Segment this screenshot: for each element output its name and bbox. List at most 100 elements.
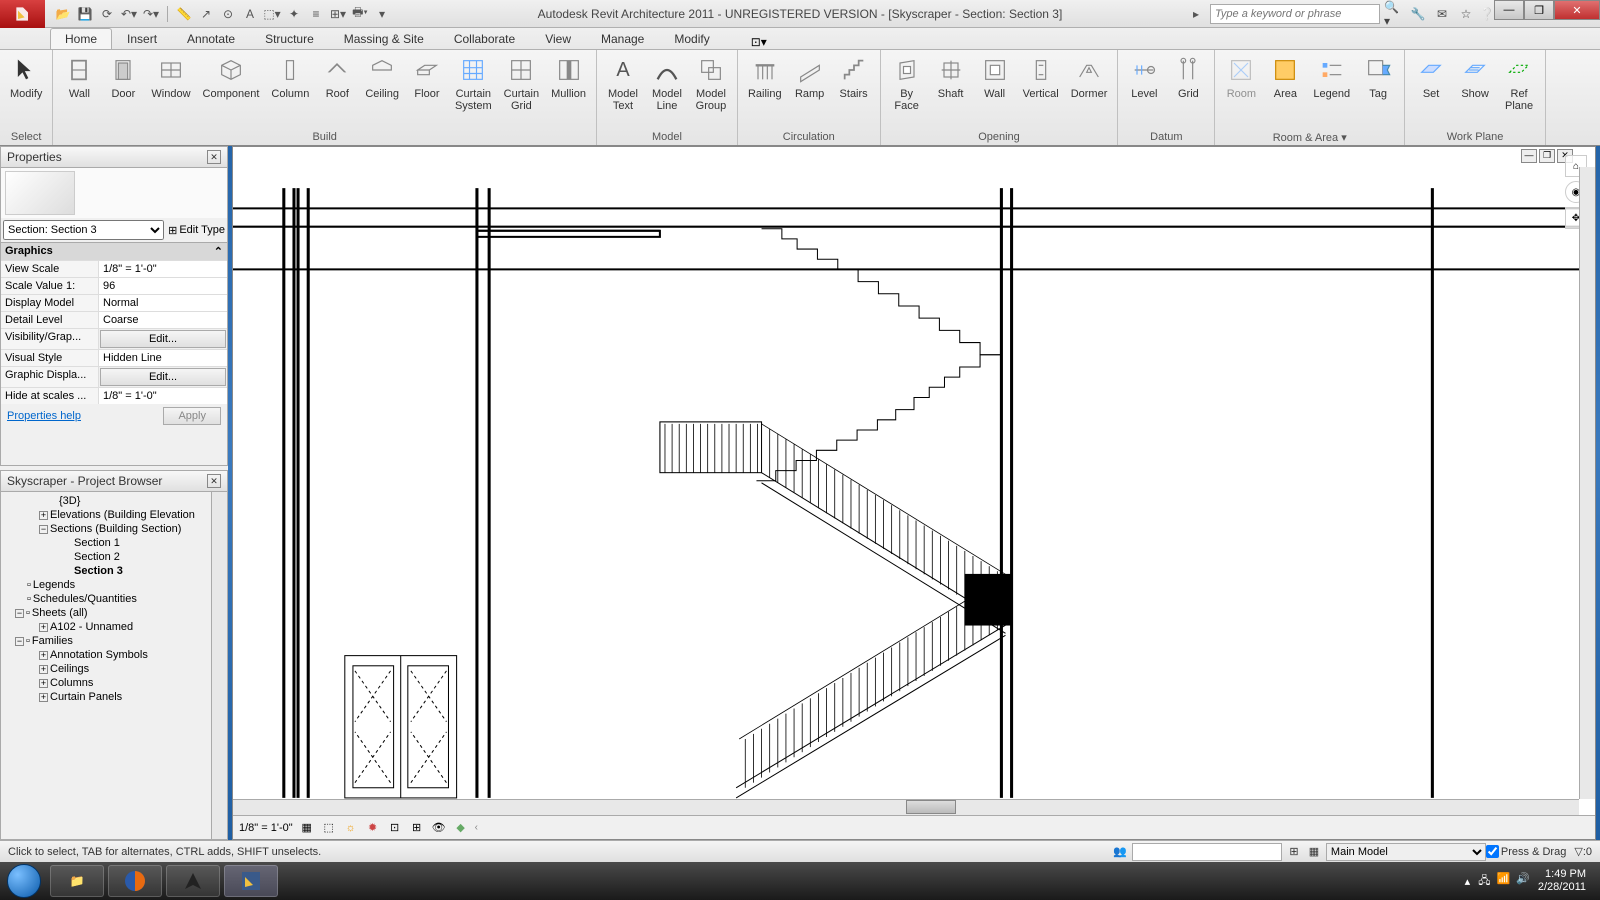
model-graphics-icon[interactable]: ⬚ xyxy=(321,820,337,836)
save-icon[interactable]: 💾 xyxy=(75,4,95,24)
expand-icon[interactable]: + xyxy=(39,679,48,688)
browser-close-icon[interactable]: ✕ xyxy=(207,474,221,488)
expand-icon[interactable]: − xyxy=(15,609,24,618)
property-row[interactable]: Scale Value 1:96 xyxy=(1,277,227,294)
detail-level-icon[interactable]: ▦ xyxy=(299,820,315,836)
tree-item[interactable]: Section 2 xyxy=(3,550,209,564)
search-btn-icon[interactable]: 🔍▾ xyxy=(1384,4,1404,24)
shaft-button[interactable]: Shaft xyxy=(929,52,973,102)
set-button[interactable]: Set xyxy=(1409,52,1453,102)
by-face-button[interactable]: By Face xyxy=(885,52,929,114)
tab-structure[interactable]: Structure xyxy=(250,28,329,49)
tree-item[interactable]: {3D} xyxy=(3,494,209,508)
redo-icon[interactable]: ↷▾ xyxy=(141,4,161,24)
property-row[interactable]: Hide at scales ...1/8" = 1'-0" xyxy=(1,387,227,404)
taskbar-clock[interactable]: 1:49 PM2/28/2011 xyxy=(1538,868,1594,894)
expand-icon[interactable]: − xyxy=(15,637,24,646)
thin-lines-icon[interactable]: ≡ xyxy=(306,4,326,24)
crop-icon[interactable]: ⊡ xyxy=(387,820,403,836)
tray-network-icon[interactable]: 🖧 xyxy=(1478,872,1490,891)
qat-dropdown-icon[interactable]: ▾ xyxy=(372,4,392,24)
undo-icon[interactable]: ↶▾ xyxy=(119,4,139,24)
tab-home[interactable]: Home xyxy=(50,28,112,49)
property-row[interactable]: View Scale1/8" = 1'-0" xyxy=(1,260,227,277)
switch-windows-icon[interactable]: 🖶▾ xyxy=(350,4,370,24)
worksets-icon[interactable]: 👥 xyxy=(1112,844,1128,860)
task-firefox[interactable] xyxy=(108,865,162,897)
task-aol[interactable] xyxy=(166,865,220,897)
ref-plane-button[interactable]: Ref Plane xyxy=(1497,52,1541,114)
curtain-system-button[interactable]: Curtain System xyxy=(449,52,498,114)
dormer-button[interactable]: Dormer xyxy=(1065,52,1114,102)
ramp-button[interactable]: Ramp xyxy=(788,52,832,102)
view-restore-icon[interactable]: ❐ xyxy=(1539,149,1555,163)
tree-item[interactable]: + Elevations (Building Elevation xyxy=(3,508,209,522)
press-drag-checkbox[interactable]: Press & Drag xyxy=(1486,845,1566,858)
sync-icon[interactable]: ⟳ xyxy=(97,4,117,24)
tab-manage[interactable]: Manage xyxy=(586,28,659,49)
tab-collaborate[interactable]: Collaborate xyxy=(439,28,530,49)
close-views-icon[interactable]: ⊞▾ xyxy=(328,4,348,24)
tree-item[interactable]: − Sections (Building Section) xyxy=(3,522,209,536)
vertical-button[interactable]: Vertical xyxy=(1017,52,1065,102)
tree-item[interactable]: −▫ Families xyxy=(3,634,209,648)
canvas-hscroll[interactable] xyxy=(233,799,1579,815)
curtain-grid-button[interactable]: Curtain Grid xyxy=(498,52,545,114)
expand-icon[interactable]: + xyxy=(39,693,48,702)
task-revit[interactable] xyxy=(224,865,278,897)
property-row[interactable]: Visibility/Grap...Edit... xyxy=(1,328,227,349)
crop-show-icon[interactable]: ⊞ xyxy=(409,820,425,836)
close-button[interactable]: ✕ xyxy=(1554,0,1600,20)
tree-item[interactable]: + A102 - Unnamed xyxy=(3,620,209,634)
floor-button[interactable]: Floor xyxy=(405,52,449,102)
level-button[interactable]: Level xyxy=(1122,52,1166,102)
tray-expand-icon[interactable]: ▴ xyxy=(1465,875,1471,888)
tray-volume-icon[interactable]: 🔊 xyxy=(1516,872,1530,891)
comm-icon[interactable]: ✉ xyxy=(1432,4,1452,24)
model-text-button[interactable]: AModel Text xyxy=(601,52,645,114)
ceiling-button[interactable]: Ceiling xyxy=(359,52,405,102)
expand-icon[interactable]: + xyxy=(39,511,48,520)
sun-path-icon[interactable]: ☼ xyxy=(343,820,359,836)
align-icon[interactable]: ↗ xyxy=(196,4,216,24)
mullion-button[interactable]: Mullion xyxy=(545,52,592,102)
text-icon[interactable]: A xyxy=(240,4,260,24)
area-button[interactable]: Area xyxy=(1263,52,1307,102)
view-scale[interactable]: 1/8" = 1'-0" xyxy=(239,822,293,834)
tree-item[interactable]: Section 3 xyxy=(3,564,209,578)
property-row[interactable]: Display ModelNormal xyxy=(1,294,227,311)
property-row[interactable]: Visual StyleHidden Line xyxy=(1,349,227,366)
design-options-icon[interactable]: ⊞ xyxy=(1286,844,1302,860)
maximize-button[interactable]: ❐ xyxy=(1524,0,1554,20)
project-tree[interactable]: {3D}+ Elevations (Building Elevation− Se… xyxy=(1,492,211,839)
tree-item[interactable]: + Columns xyxy=(3,676,209,690)
application-menu-button[interactable] xyxy=(0,0,45,28)
model-line-button[interactable]: Model Line xyxy=(645,52,689,114)
workset-field[interactable] xyxy=(1132,843,1282,861)
tree-item[interactable]: ▫ Legends xyxy=(3,578,209,592)
canvas-vscroll[interactable] xyxy=(1579,167,1595,799)
tree-item[interactable]: ▫ Schedules/Quantities xyxy=(3,592,209,606)
type-thumbnail[interactable] xyxy=(5,171,75,215)
3d-icon[interactable]: ⬚▾ xyxy=(262,4,282,24)
tag-button[interactable]: Tag xyxy=(1356,52,1400,102)
reveal-icon[interactable]: ◆ xyxy=(453,820,469,836)
grid-button[interactable]: Grid xyxy=(1166,52,1210,102)
roof-button[interactable]: Roof xyxy=(315,52,359,102)
edit-type-button[interactable]: ⊞Edit Type xyxy=(168,224,225,237)
search-input[interactable] xyxy=(1210,4,1380,24)
apply-button[interactable]: Apply xyxy=(163,407,221,425)
window-button[interactable]: Window xyxy=(145,52,196,102)
modify-button[interactable]: Modify xyxy=(4,52,48,102)
properties-help-link[interactable]: Properties help xyxy=(7,410,81,422)
tab-modify[interactable]: Modify xyxy=(659,28,724,49)
wall-opening-button[interactable]: Wall xyxy=(973,52,1017,102)
tray-wifi-icon[interactable]: 📶 xyxy=(1496,872,1510,891)
component-button[interactable]: Component xyxy=(197,52,266,102)
tree-item[interactable]: −▫ Sheets (all) xyxy=(3,606,209,620)
main-model-select[interactable]: Main Model xyxy=(1326,843,1486,861)
show-button[interactable]: Show xyxy=(1453,52,1497,102)
tree-item[interactable]: + Ceilings xyxy=(3,662,209,676)
shadows-icon[interactable]: ✹ xyxy=(365,820,381,836)
room-button[interactable]: Room xyxy=(1219,52,1263,102)
